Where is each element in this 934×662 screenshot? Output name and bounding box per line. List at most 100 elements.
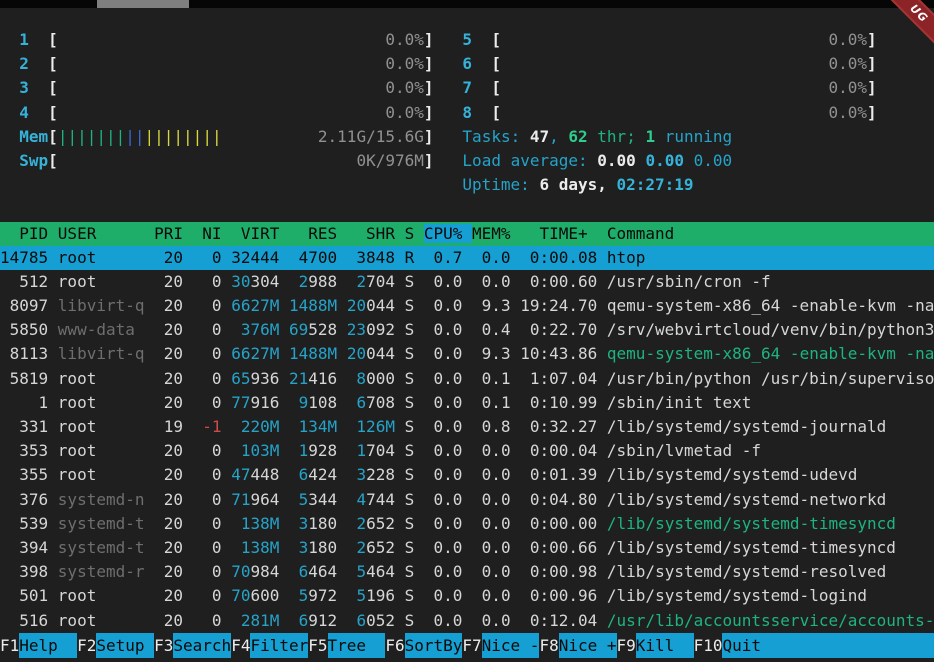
fkey-number: F4 [231,633,250,658]
text-segment: [ [491,103,501,122]
process-row-8097[interactable]: 8097 libvirt-q 20 0 6627M 1488M 20044 S … [0,294,934,318]
header-columns-right[interactable]: MEM% TIME+ Command [472,224,674,243]
text-segment: 138M [241,538,280,557]
text-segment: [ [48,127,58,146]
process-row-539[interactable]: 539 systemd-t 20 0 138M 3180 2652 S 0.0 … [0,512,934,536]
process-row-1[interactable]: 1 root 20 0 77916 9108 6708 S 0.0 0.1 0:… [0,391,934,415]
text-segment: [ [48,103,58,122]
text-segment: 424 [308,465,356,484]
text-segment: 044 S 0.0 9.3 10:43.86 [366,344,607,363]
fkey-f3[interactable]: F3Search [154,633,231,658]
process-row-394[interactable]: 394 systemd-t 20 0 138M 3180 2652 S 0.0 … [0,536,934,560]
text-segment: 20 0 [154,562,231,581]
text-segment: [ [48,54,58,73]
process-row-376[interactable]: 376 systemd-n 20 0 71964 5344 4744 S 0.0… [0,488,934,512]
text-segment: 972 [308,586,356,605]
text-segment: /lib/systemd/systemd-timesyncd [607,514,896,533]
text-segment [472,54,491,73]
fkey-f8[interactable]: F8Nice + [539,633,616,658]
text-segment [501,54,829,73]
process-row-5819[interactable]: 5819 root 20 0 65936 21416 8000 S 0.0 0.… [0,367,934,391]
text-segment: 228 S 0.0 0.0 0:01.39 /lib/systemd/syste… [366,465,857,484]
text-segment: [ [491,78,501,97]
text-segment: 62 [568,127,587,146]
header-column-cpu-sort[interactable]: CPU% [424,224,472,243]
text-segment: 77 [231,393,250,412]
fkey-label: Nice + [559,633,617,658]
fkey-f9[interactable]: F9Kill [617,633,694,658]
process-row-501[interactable]: 501 root 20 0 70600 5972 5196 S 0.0 0.0 … [0,584,934,608]
text-segment [337,344,347,363]
text-segment: ] [424,30,434,49]
fkey-f7[interactable]: F7Nice - [462,633,539,658]
text-segment: 20 0 [154,344,231,363]
fkey-f4[interactable]: F4Filter [231,633,308,658]
text-segment: 1488M [289,296,337,315]
fkey-label: SortBy [405,633,463,658]
text-segment: 528 [308,320,347,339]
text-segment: 4 [19,103,29,122]
text-segment [434,78,463,97]
process-row-516[interactable]: 516 root 20 0 281M 6912 6052 S 0.0 0.0 0… [0,609,934,633]
fkey-f6[interactable]: F6SortBy [385,633,462,658]
text-segment [58,30,386,49]
text-segment: 1 [356,441,366,460]
text-segment: 0.0% [385,54,424,73]
text-segment: 8 [462,103,472,122]
text-segment: 704 S 0.0 0.0 0:00.60 /usr/sbin/cron -f [366,272,771,291]
text-segment [501,103,829,122]
text-segment: 0K/976M [356,151,423,170]
text-segment: 464 [308,562,356,581]
process-row-353[interactable]: 353 root 20 0 103M 1928 1704 S 0.0 0.0 0… [0,439,934,463]
text-segment: thr; [588,127,646,146]
text-segment: 464 S 0.0 0.0 0:00.98 /lib/systemd/syste… [366,562,886,581]
text-segment [279,417,298,436]
text-segment: 103M [241,441,280,460]
process-row-355[interactable]: 355 root 20 0 47448 6424 3228 S 0.0 0.0 … [0,463,934,487]
process-row-398[interactable]: 398 systemd-r 20 0 70984 6464 5464 S 0.0… [0,560,934,584]
text-segment [58,54,386,73]
text-segment: 5 [356,562,366,581]
text-segment [29,103,48,122]
text-segment: ] [424,54,434,73]
text-segment: , [549,127,568,146]
fkey-number: F1 [0,633,19,658]
text-segment [0,30,19,49]
fkey-number: F9 [617,633,636,658]
text-segment: 02:27:19 [617,175,694,194]
text-segment: 304 [250,272,298,291]
fkey-label: Filter [250,633,308,658]
process-row-5850[interactable]: 5850 www-data 20 0 376M 69528 23092 S 0.… [0,318,934,342]
header-columns-left[interactable]: PID USER PRI NI VIRT RES SHR S [0,224,424,243]
process-row-331[interactable]: 331 root 19 -1 220M 134M 126M S 0.0 0.8 … [0,415,934,439]
fkey-label: Tree [328,633,386,658]
fkey-f5[interactable]: F5Tree [308,633,385,658]
process-row-8113[interactable]: 8113 libvirt-q 20 0 6627M 1488M 20044 S … [0,342,934,366]
process-row-512[interactable]: 512 root 20 0 30304 2988 2704 S 0.0 0.0 … [0,270,934,294]
text-segment [279,320,289,339]
fkey-f2[interactable]: F2Setup [77,633,154,658]
text-segment: 652 S 0.0 0.0 0:00.00 [366,514,607,533]
text-segment: ] [424,127,434,146]
text-segment: 47 [530,127,549,146]
text-segment: 376 [0,490,58,509]
text-segment: 704 S 0.0 0.0 0:00.04 /sbin/lvmetad -f [366,441,761,460]
text-segment: [ [48,78,58,97]
text-segment: 220M [241,417,280,436]
text-segment: 5819 root 20 0 [0,369,231,388]
fkey-f1[interactable]: F1Help [0,633,77,658]
fkey-number: F10 [694,633,723,658]
text-segment: 6627M [231,344,279,363]
fkey-f10[interactable]: F10Quit [694,633,761,658]
process-row-14785[interactable]: 14785 root 20 0 32444 4700 3848 R 0.7 0.… [0,246,934,270]
text-segment: 21 [289,369,308,388]
text-segment: 0.00 [694,151,733,170]
text-segment: 2 [299,272,309,291]
fkey-number: F2 [77,633,96,658]
cpu-meter-row-3-7: 3 [ 0.0%] 7 [ 0.0%] [0,76,934,100]
fkey-label: Nice - [482,633,540,658]
text-segment: 501 root 20 0 [0,586,231,605]
chrome-tab[interactable] [97,0,189,8]
text-segment: ] [424,78,434,97]
text-segment: 30 [231,272,250,291]
